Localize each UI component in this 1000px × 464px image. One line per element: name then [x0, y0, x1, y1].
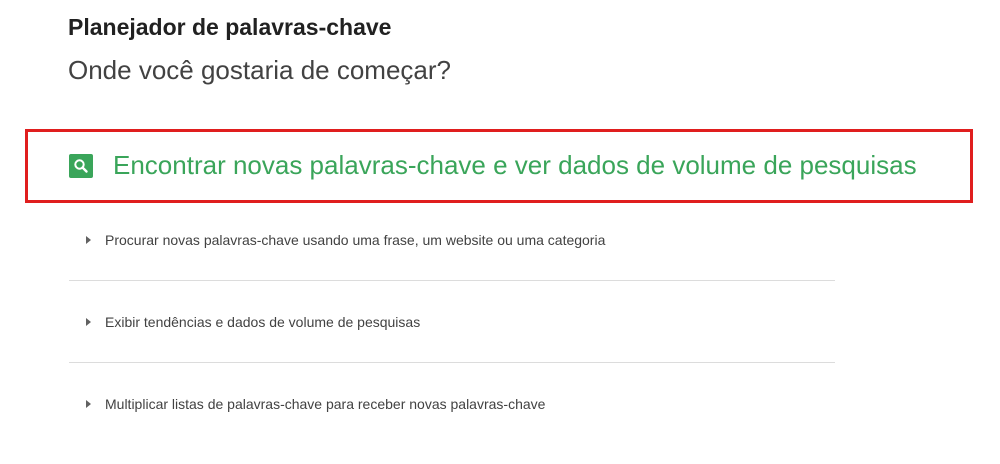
page-title: Planejador de palavras-chave	[68, 14, 392, 40]
find-keywords-option[interactable]: Encontrar novas palavras-chave e ver dad…	[69, 150, 917, 181]
option-trends-volume[interactable]: Exibir tendências e dados de volume de p…	[86, 314, 420, 330]
triangle-right-icon	[86, 236, 91, 244]
triangle-right-icon	[86, 318, 91, 326]
option-multiply-lists[interactable]: Multiplicar listas de palavras-chave par…	[86, 396, 545, 412]
find-keywords-option-label: Encontrar novas palavras-chave e ver dad…	[113, 150, 917, 180]
divider	[69, 362, 835, 363]
option-label: Procurar novas palavras-chave usando uma…	[105, 232, 606, 248]
search-icon	[69, 153, 93, 178]
page-subtitle: Onde você gostaria de começar?	[68, 55, 451, 85]
option-label: Multiplicar listas de palavras-chave par…	[105, 396, 546, 412]
triangle-right-icon	[86, 400, 91, 408]
option-label: Exibir tendências e dados de volume de p…	[105, 314, 421, 330]
divider	[69, 280, 835, 281]
option-search-new-keywords[interactable]: Procurar novas palavras-chave usando uma…	[86, 232, 605, 248]
